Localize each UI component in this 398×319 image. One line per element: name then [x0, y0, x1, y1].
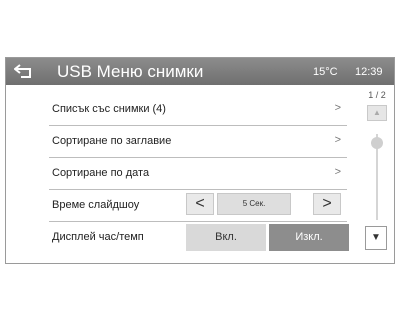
chevron-right-icon: > — [334, 166, 341, 178]
slideshow-time-label: Време слайдшоу — [52, 199, 140, 211]
menu-item-label: Сортиране по заглавие — [52, 135, 172, 147]
scroll-thumb[interactable] — [371, 137, 383, 149]
on-button[interactable]: Вкл. — [186, 224, 266, 251]
slideshow-time-value: 5 Сек. — [217, 193, 291, 215]
back-icon[interactable] — [14, 64, 34, 79]
scrollbar[interactable]: 1 / 2 ▲ ▼ — [364, 90, 390, 255]
increase-button[interactable]: > — [313, 193, 341, 215]
slideshow-time-row: Време слайдшоу < 5 Сек. > — [49, 190, 347, 222]
clock-display-row: Дисплей час/темп Вкл. Изкл. — [49, 222, 349, 253]
screen: USB Меню снимки 15°C 12:39 Списък със сн… — [5, 57, 395, 264]
menu-item-label: Списък със снимки (4) — [52, 103, 166, 115]
page-title: USB Меню снимки — [57, 62, 204, 81]
decrease-button[interactable]: < — [186, 193, 214, 215]
scroll-down-button[interactable]: ▼ — [365, 226, 387, 250]
scroll-up-button[interactable]: ▲ — [367, 105, 387, 121]
header-bar: USB Меню снимки 15°C 12:39 — [6, 58, 394, 85]
temperature-readout: 15°C — [313, 66, 338, 78]
clock-readout: 12:39 — [355, 66, 383, 78]
chevron-right-icon: > — [334, 102, 341, 114]
clock-display-label: Дисплей час/темп — [52, 231, 144, 243]
page-indicator: 1 / 2 — [368, 90, 386, 100]
menu-item-label: Сортиране по дата — [52, 167, 150, 179]
menu-item-photo-list[interactable]: Списък със снимки (4) > — [49, 94, 347, 126]
menu-item-sort-by-date[interactable]: Сортиране по дата > — [49, 158, 347, 190]
chevron-right-icon: > — [334, 134, 341, 146]
off-button[interactable]: Изкл. — [269, 224, 349, 251]
menu-item-sort-by-title[interactable]: Сортиране по заглавие > — [49, 126, 347, 158]
